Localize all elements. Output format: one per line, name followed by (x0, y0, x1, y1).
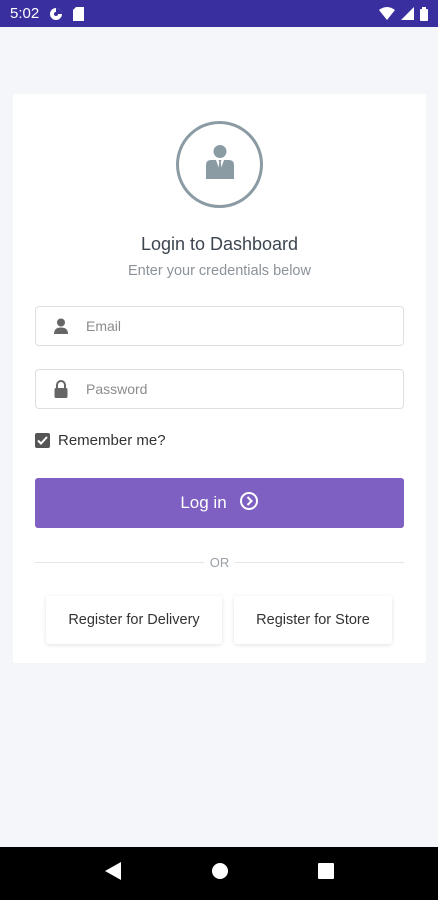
status-left: 5:02 (10, 5, 85, 22)
status-bar: 5:02 (0, 0, 438, 27)
page-title: Login to Dashboard (140, 234, 299, 254)
user-icon (36, 318, 86, 334)
status-right (379, 6, 428, 21)
register-delivery-label: Register for Delivery (68, 612, 200, 628)
or-divider: OR (35, 553, 404, 571)
nav-bar (0, 847, 438, 900)
recents-icon[interactable] (317, 863, 334, 884)
register-store-button[interactable]: Register for Store (234, 596, 392, 644)
register-store-label: Register for Store (256, 612, 370, 628)
battery-icon (420, 6, 428, 21)
arrow-circle-right-icon (239, 491, 259, 516)
login-button[interactable]: Log in (35, 478, 404, 528)
login-button-label: Log in (180, 493, 227, 512)
password-field[interactable] (35, 369, 404, 409)
remember-me[interactable]: Remember me? (35, 432, 166, 449)
status-time: 5:02 (10, 5, 40, 22)
remember-label: Remember me? (58, 432, 166, 449)
signal-icon (401, 7, 414, 20)
remember-checkbox[interactable] (35, 433, 50, 448)
divider-line-left (35, 561, 204, 563)
lock-icon (36, 380, 86, 398)
or-text: OR (209, 554, 230, 570)
divider-line-right (235, 561, 404, 563)
email-input[interactable] (86, 318, 386, 334)
password-input[interactable] (86, 381, 386, 397)
email-field[interactable] (35, 306, 404, 346)
home-icon[interactable] (211, 862, 229, 885)
login-card: Login to Dashboard Enter your credential… (13, 94, 426, 663)
user-tie-icon (205, 145, 234, 184)
avatar (176, 121, 263, 208)
wifi-icon (379, 7, 395, 20)
back-icon[interactable] (104, 861, 122, 886)
register-delivery-button[interactable]: Register for Delivery (46, 596, 222, 644)
sim-card-icon (73, 6, 85, 21)
data-saver-icon (49, 7, 63, 21)
page-subtitle: Enter your credentials below (128, 263, 311, 279)
